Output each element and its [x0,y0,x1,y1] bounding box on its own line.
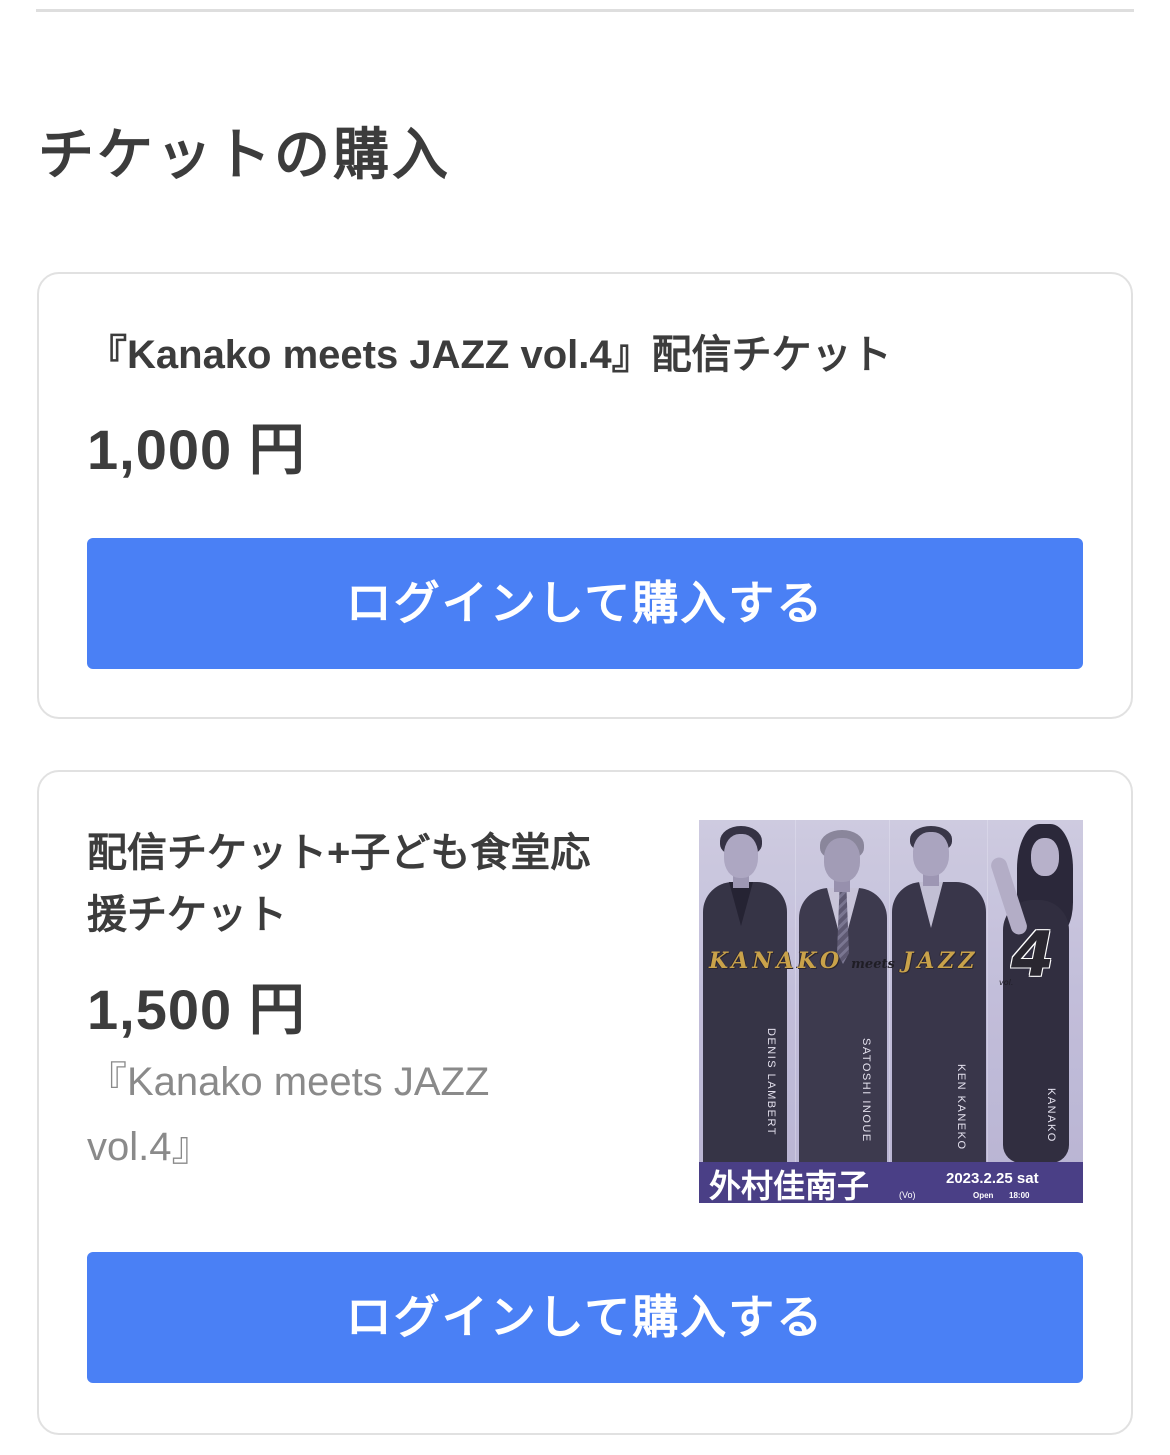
ticket-title: 『Kanako meets JAZZ vol.4』配信チケット [87,333,892,377]
ticket-price: 1,000 円 [87,418,306,481]
ticket-title: 配信チケット+子ども食堂応援チケット [87,831,591,937]
poster-performer-name: KEN KANEKO [955,1064,967,1151]
event-poster-image: KANAKO meets JAZZ 4 vol. DENIS LAMBERT SAT… [699,820,1083,1203]
login-purchase-button[interactable]: ログインして購入する [87,1252,1083,1383]
poster-tint-overlay [699,820,1083,1162]
top-divider [36,9,1134,12]
poster-performer-name: SATOSHI INOUE [860,1038,872,1143]
ticket-price: 1,500 円 [87,978,306,1041]
poster-performer-name: DENIS LAMBERT [765,1028,777,1136]
ticket-card: 配信チケット+子ども食堂応援チケット 1,500 円 『Kanako meets… [37,770,1133,1435]
poster-performer-name: KANAKO [1045,1088,1057,1143]
poster-open-time: 18:00 [1009,1191,1030,1200]
poster-vol-number: 4 [1011,918,1055,991]
login-purchase-button[interactable]: ログインして購入する [87,538,1083,669]
section-title: チケットの購入 [38,123,451,186]
poster-title-end: JAZZ [902,948,979,974]
poster-open-label: Open [973,1191,994,1200]
poster-title-start: KANAKO [709,948,844,974]
ticket-description: 『Kanako meets JAZZ vol.4』 [87,1060,490,1169]
poster-featured-role: (Vo) [899,1190,916,1200]
poster-vol-label: vol. [999,978,1014,987]
poster-event-title: KANAKO meets JAZZ [709,948,978,974]
poster-title-mid: meets [851,957,895,972]
ticket-card: 『Kanako meets JAZZ vol.4』配信チケット 1,000 円 … [37,272,1133,719]
poster-featured-name: 外村佳南子 [709,1168,870,1203]
poster-date: 2023.2.25 sat [946,1170,1039,1187]
